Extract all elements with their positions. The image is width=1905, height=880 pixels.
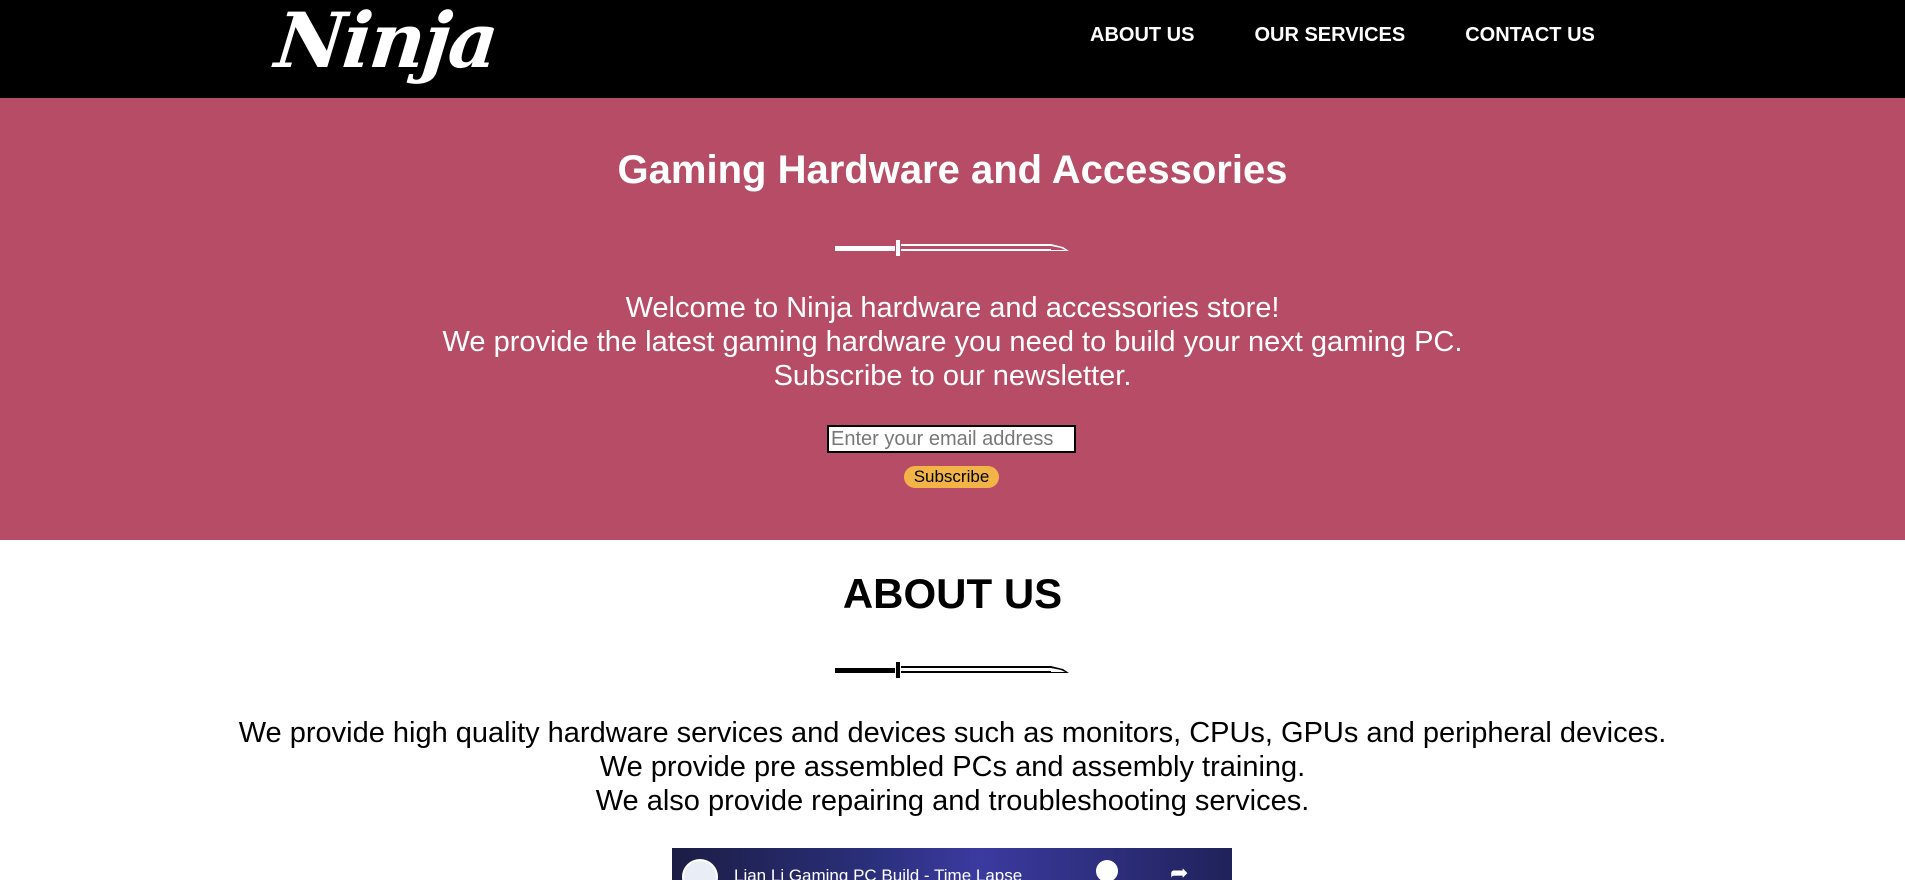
hero-title: Gaming Hardware and Accessories: [617, 148, 1288, 192]
about-line-repairing: We also provide repairing and troublesho…: [595, 785, 1310, 817]
sword-divider-icon: [835, 240, 1069, 256]
watch-later-icon[interactable]: [1096, 860, 1118, 880]
about-title: ABOUT US: [842, 570, 1063, 617]
main-nav: ABOUT US OUR SERVICES CONTACT US: [1090, 24, 1595, 47]
share-icon[interactable]: ➦: [1170, 860, 1188, 880]
nav-contact-us[interactable]: CONTACT US: [1465, 24, 1595, 47]
top-navigation-bar: Ninja ABOUT US OUR SERVICES CONTACT US: [0, 0, 1905, 98]
nav-our-services[interactable]: OUR SERVICES: [1254, 24, 1405, 47]
hero-line-welcome: Welcome to Ninja hardware and accessorie…: [625, 292, 1280, 324]
nav-about-us[interactable]: ABOUT US: [1090, 24, 1194, 47]
video-title[interactable]: Lian Li Gaming PC Build - Time Lapse: [734, 866, 1022, 880]
email-input[interactable]: [827, 425, 1076, 453]
hero-description: Welcome to Ninja hardware and accessorie…: [0, 291, 1905, 393]
embedded-video-player[interactable]: Lian Li Gaming PC Build - Time Lapse ➦: [672, 848, 1232, 880]
about-line-assembled: We provide pre assembled PCs and assembl…: [599, 751, 1306, 783]
about-description: We provide high quality hardware service…: [0, 716, 1905, 818]
ninja-logo[interactable]: Ninja: [271, 0, 501, 85]
hero-line-provide: We provide the latest gaming hardware yo…: [442, 326, 1463, 358]
hero-line-subscribe: Subscribe to our newsletter.: [773, 360, 1132, 392]
sword-divider-icon: [835, 662, 1069, 678]
about-line-quality: We provide high quality hardware service…: [238, 717, 1667, 749]
channel-avatar[interactable]: [682, 859, 718, 880]
hero-section: Gaming Hardware and Accessories Welcome …: [0, 98, 1905, 540]
subscribe-button[interactable]: Subscribe: [904, 466, 999, 488]
